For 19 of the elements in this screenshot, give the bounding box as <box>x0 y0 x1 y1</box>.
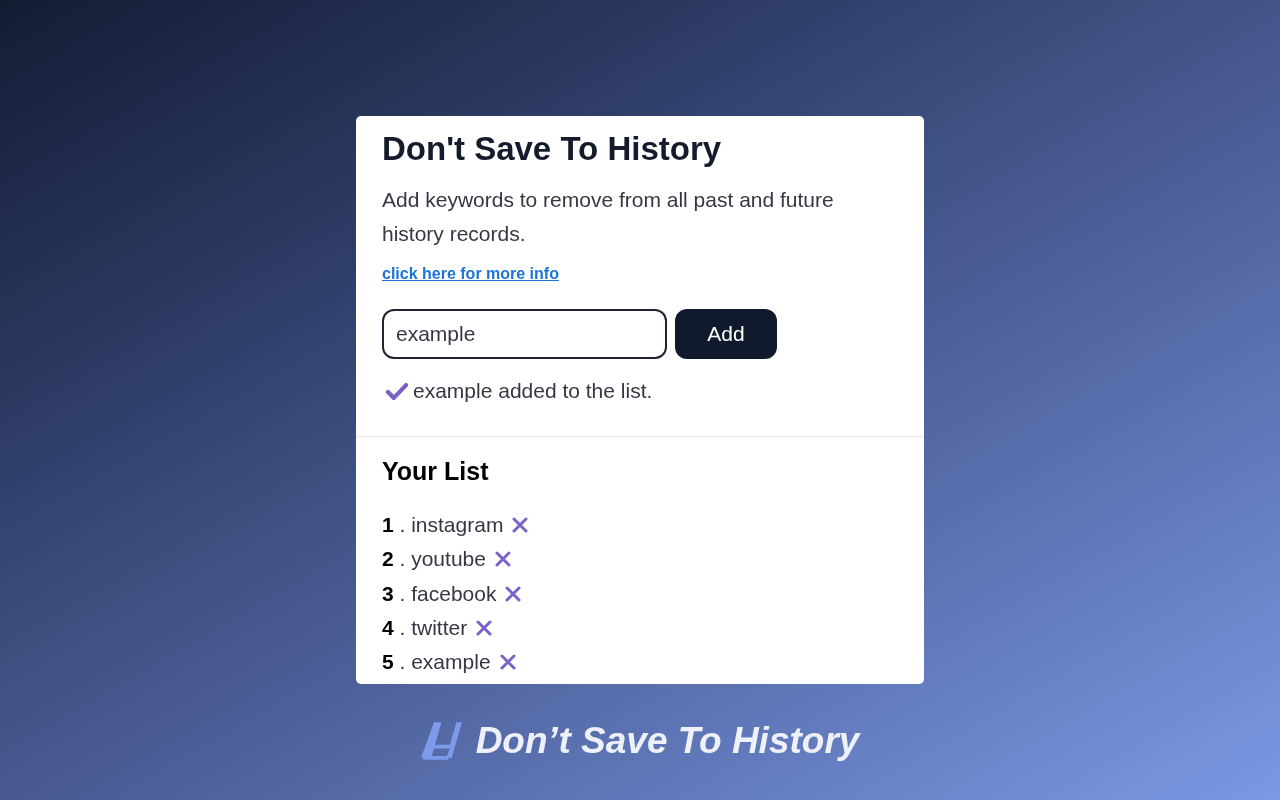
footer-title: Don’t Save To History <box>475 720 860 762</box>
cross-icon[interactable] <box>499 654 516 671</box>
card-title: Don't Save To History <box>382 129 723 169</box>
list-title: Your List <box>382 457 490 485</box>
keyword-input[interactable]: example <box>382 309 667 359</box>
keyword-item: 4 . twitter <box>382 616 468 641</box>
add-button[interactable]: Add <box>675 309 777 359</box>
description-text: Add keywords to remove from all past and future history records. <box>382 187 835 247</box>
keyword-item: 5 . example <box>382 650 491 675</box>
keyword-item: 3 . facebook <box>382 581 497 606</box>
keyword-item: 1 . instagram <box>382 513 504 538</box>
keyword-item: 2 . youtube <box>382 547 486 572</box>
cross-icon[interactable] <box>494 551 511 568</box>
status-message: example added to the list. <box>413 379 653 403</box>
cross-icon[interactable] <box>505 585 522 602</box>
slanted-h-logo-icon <box>420 722 462 760</box>
cross-icon[interactable] <box>512 517 529 534</box>
info-link[interactable]: click here for more info <box>382 265 559 283</box>
cross-icon[interactable] <box>476 620 493 637</box>
